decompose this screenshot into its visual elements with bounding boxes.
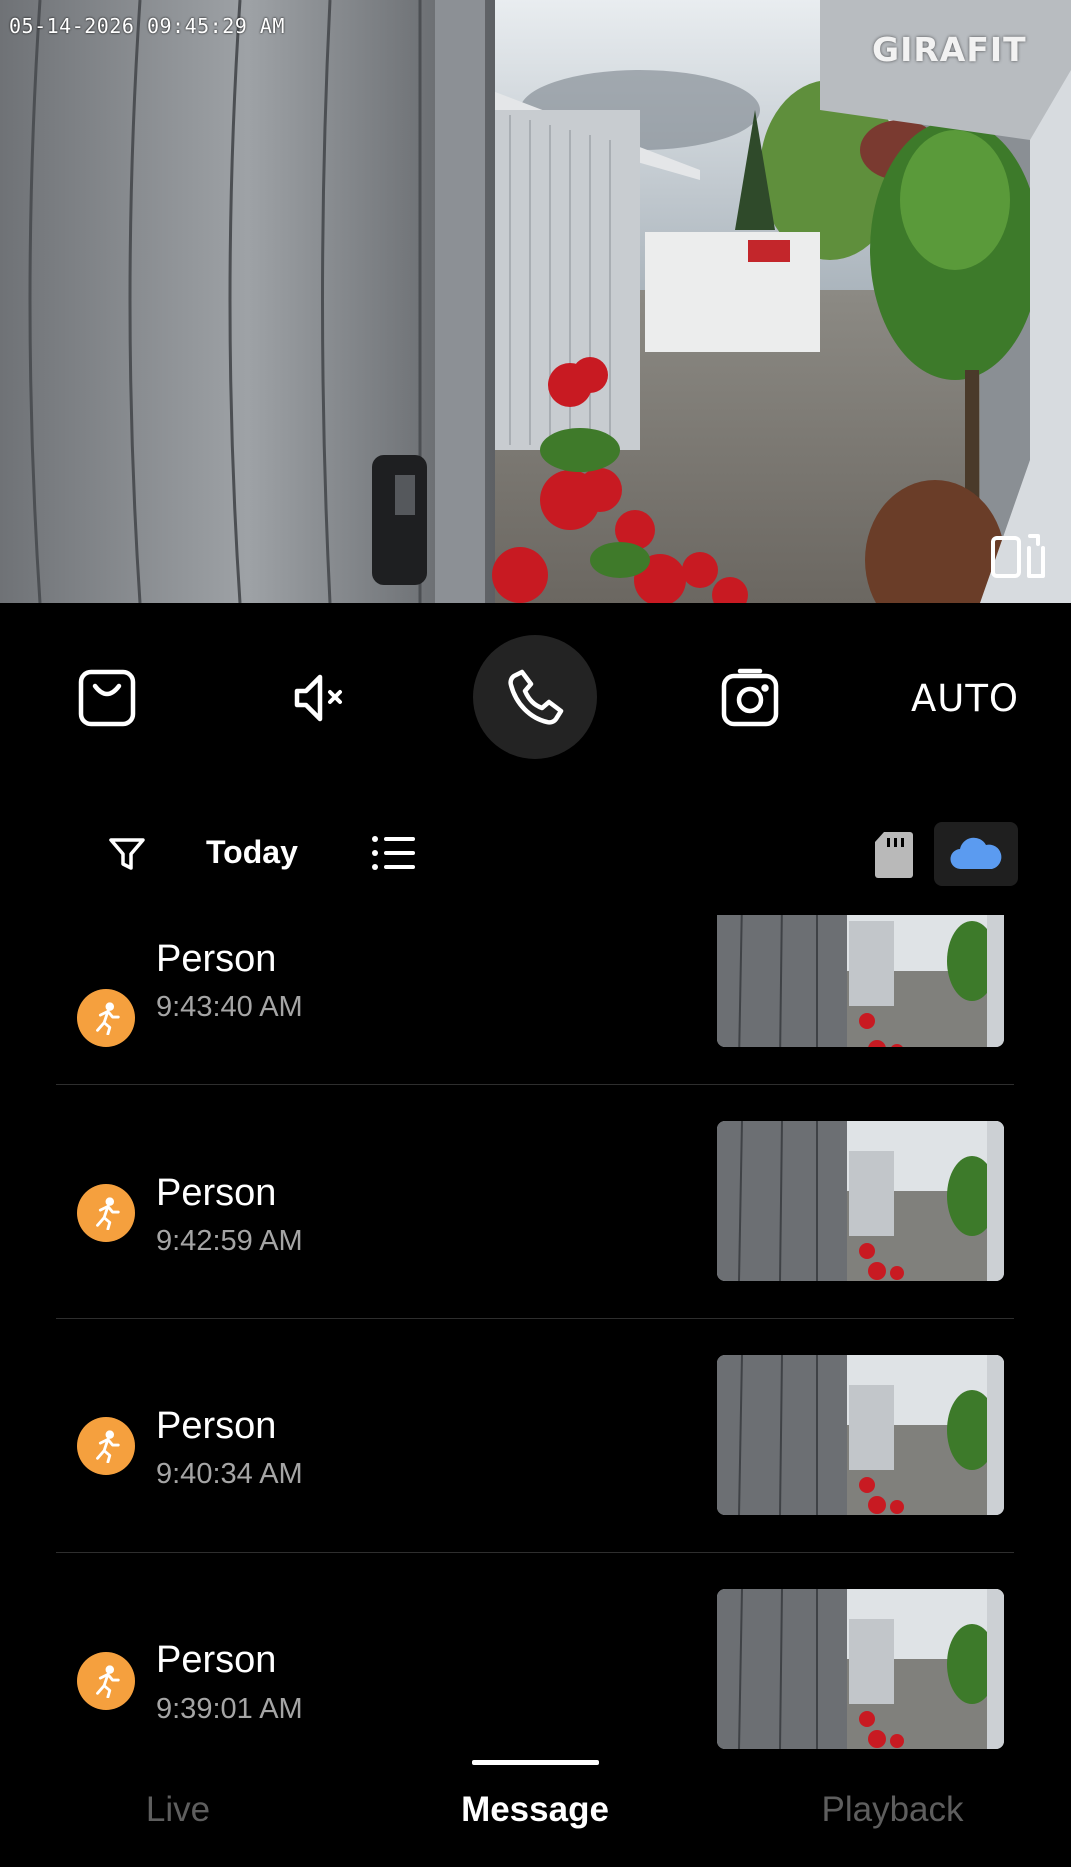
aspect-toggle-button[interactable] bbox=[990, 530, 1050, 582]
running-person-icon bbox=[96, 1197, 120, 1230]
phone-icon bbox=[508, 669, 564, 725]
running-person-icon bbox=[96, 1002, 120, 1035]
tab-message[interactable]: Message bbox=[430, 1790, 640, 1830]
date-selector[interactable]: Today bbox=[206, 834, 298, 871]
quality-button[interactable]: AUTO bbox=[905, 668, 1025, 728]
motion-badge bbox=[77, 989, 135, 1047]
speaker-muted-icon bbox=[294, 674, 342, 722]
video-timestamp: 05-14-2026 09:45:29 AM bbox=[9, 14, 285, 38]
sd-card-source-button[interactable] bbox=[864, 822, 924, 886]
event-time: 9:43:40 AM bbox=[156, 991, 303, 1023]
event-item[interactable]: Person 9:43:40 AM bbox=[0, 915, 1071, 1135]
thumbnail-image bbox=[717, 1121, 1004, 1281]
divider bbox=[56, 1552, 1014, 1553]
aspect-toggle-icon bbox=[991, 534, 1045, 578]
thumbnail-image bbox=[717, 915, 1004, 1047]
event-title: Person bbox=[156, 938, 277, 980]
live-video-feed[interactable]: 05-14-2026 09:45:29 AM GIRAFIT bbox=[0, 0, 1071, 603]
tab-playback[interactable]: Playback bbox=[800, 1790, 985, 1830]
snapshot-button[interactable] bbox=[700, 648, 800, 748]
shopping-bag-icon bbox=[78, 669, 136, 727]
camera-scene bbox=[0, 0, 1071, 603]
event-item[interactable]: Person 9:40:34 AM bbox=[0, 1355, 1071, 1589]
list-view-button[interactable] bbox=[366, 826, 422, 882]
event-time: 9:39:01 AM bbox=[156, 1693, 303, 1725]
running-person-icon bbox=[96, 1665, 120, 1698]
brand-watermark: GIRAFIT bbox=[872, 30, 1027, 69]
active-tab-indicator bbox=[472, 1760, 599, 1765]
motion-badge bbox=[77, 1184, 135, 1242]
cloud-source-button[interactable] bbox=[934, 822, 1018, 886]
event-thumbnail[interactable] bbox=[717, 1589, 1004, 1749]
event-thumbnail[interactable] bbox=[717, 1355, 1004, 1515]
running-person-icon bbox=[96, 1430, 120, 1463]
sd-card-icon bbox=[875, 832, 913, 878]
event-title: Person bbox=[156, 1639, 277, 1681]
list-icon bbox=[372, 836, 415, 870]
event-title: Person bbox=[156, 1172, 277, 1214]
event-thumbnail[interactable] bbox=[717, 915, 1004, 1047]
divider bbox=[56, 1318, 1014, 1319]
event-list[interactable]: Person 9:43:40 AM Person 9:42:59 AM Pers… bbox=[0, 915, 1071, 1770]
event-time: 9:42:59 AM bbox=[156, 1225, 303, 1257]
motion-badge bbox=[77, 1652, 135, 1710]
tab-live[interactable]: Live bbox=[128, 1790, 228, 1830]
event-thumbnail[interactable] bbox=[717, 1121, 1004, 1281]
thumbnail-image bbox=[717, 1589, 1004, 1749]
funnel-icon bbox=[109, 838, 145, 870]
event-item[interactable]: Person 9:39:01 AM bbox=[0, 1589, 1071, 1770]
talk-button[interactable] bbox=[473, 635, 597, 759]
motion-badge bbox=[77, 1417, 135, 1475]
mute-button[interactable] bbox=[270, 648, 370, 748]
event-time: 9:40:34 AM bbox=[156, 1458, 303, 1490]
shop-button[interactable] bbox=[57, 648, 157, 748]
thumbnail-image bbox=[717, 1355, 1004, 1515]
camera-icon bbox=[721, 668, 779, 727]
divider bbox=[56, 1084, 1014, 1085]
filter-button[interactable] bbox=[100, 830, 154, 878]
event-item[interactable]: Person 9:42:59 AM bbox=[0, 1121, 1071, 1355]
event-title: Person bbox=[156, 1405, 277, 1447]
cloud-icon bbox=[950, 837, 1002, 870]
bottom-tab-bar: Live Message Playback bbox=[0, 1760, 1071, 1867]
